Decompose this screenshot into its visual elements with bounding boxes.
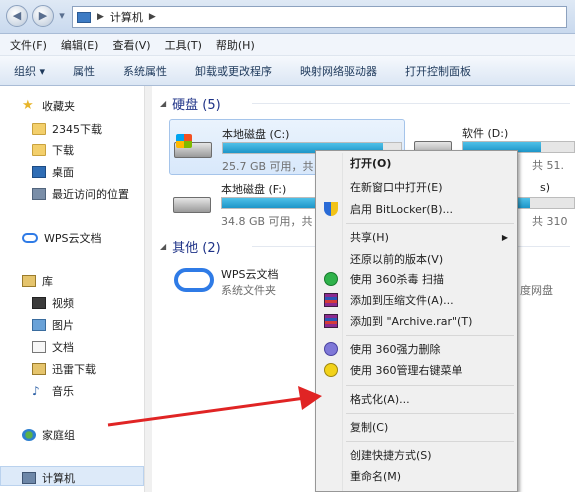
annotation-arrow: [107, 386, 322, 427]
